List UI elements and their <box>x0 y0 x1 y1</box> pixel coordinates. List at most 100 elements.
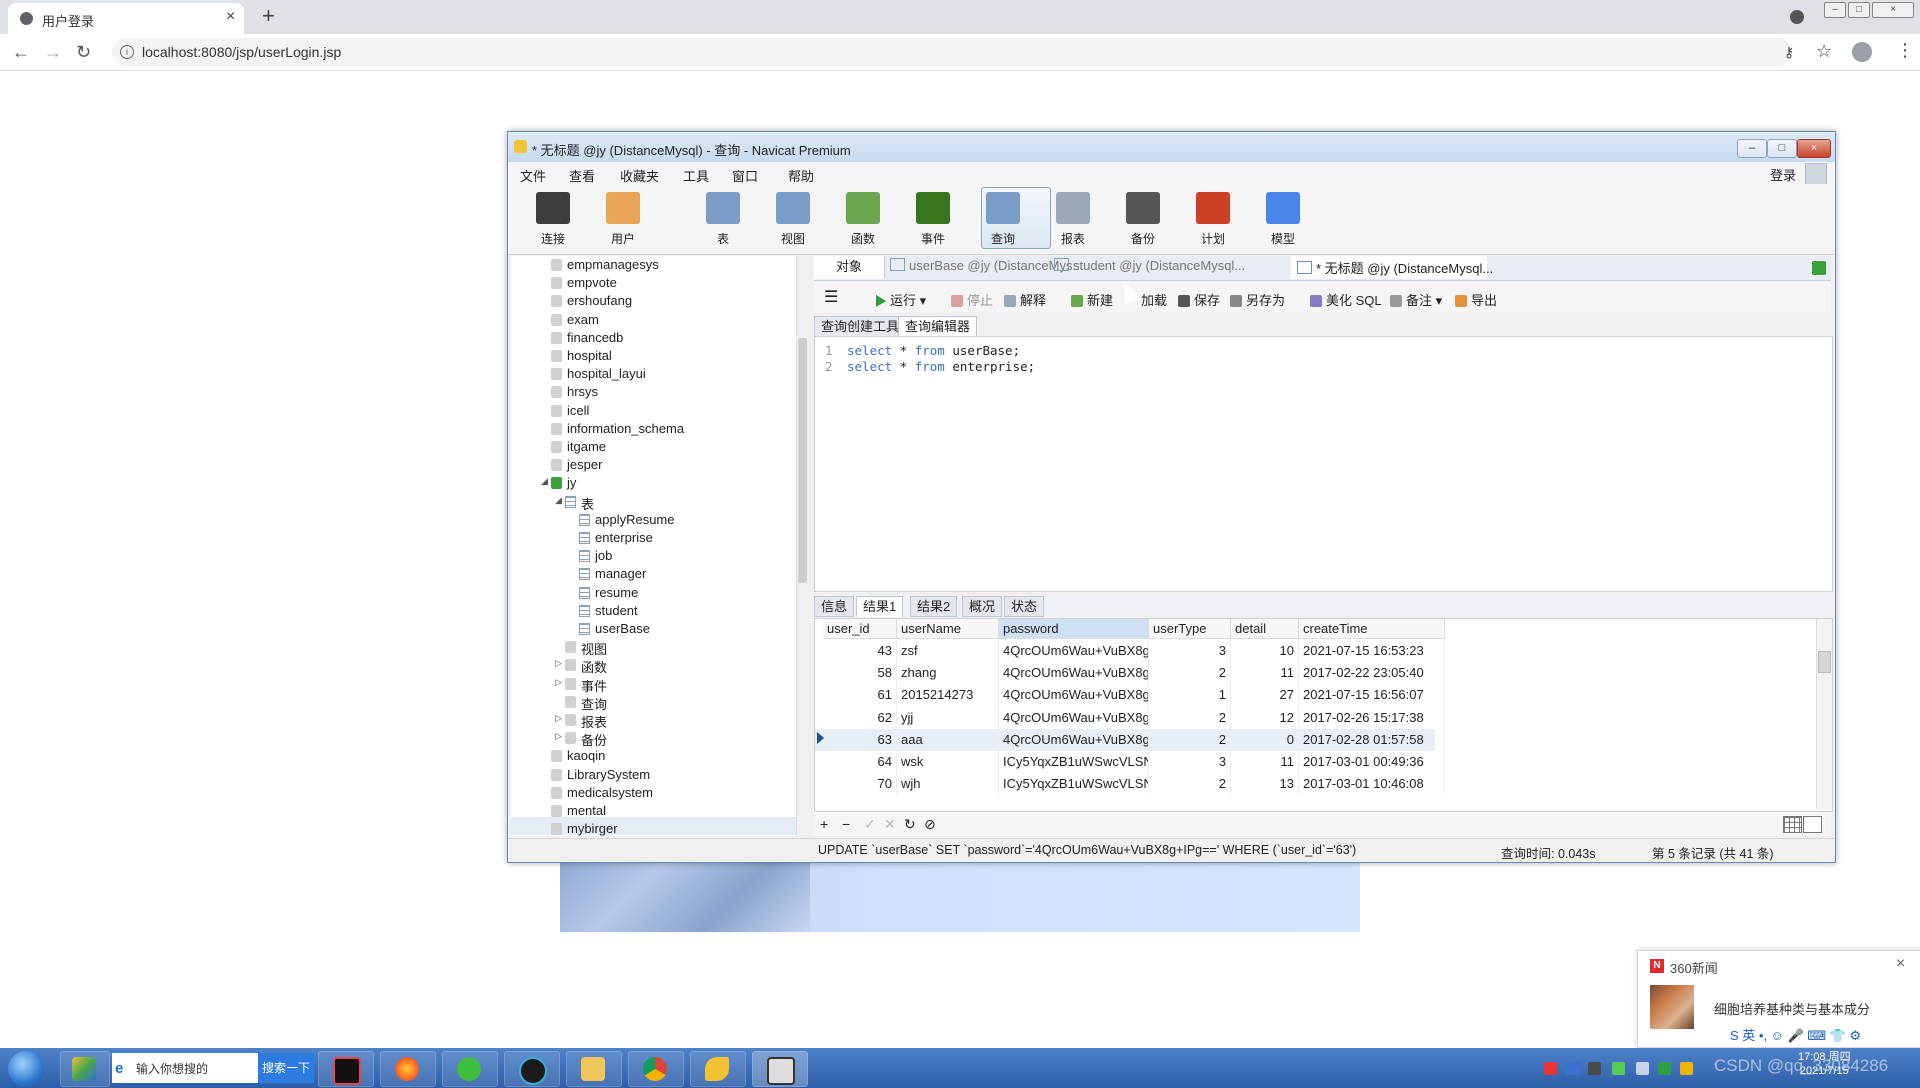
cell-password[interactable]: 4QrcOUm6Wau+VuBX8g <box>999 728 1149 751</box>
cell-detail[interactable]: 11 <box>1231 751 1299 773</box>
tab-status[interactable]: 状态 <box>1004 596 1045 617</box>
cell-username[interactable]: 2015214273 <box>897 684 999 707</box>
cell-user_id[interactable]: 43 <box>823 640 897 662</box>
tab-result1[interactable]: 结果1 <box>856 596 904 617</box>
connection-tree[interactable]: empmanagesys empvote ershoufang exam finance… <box>511 256 808 836</box>
cell-user_id[interactable]: 63 <box>823 728 897 751</box>
tree-group-item[interactable]: ▷ 报表 <box>511 711 807 730</box>
tree-db-item[interactable]: hospital <box>511 347 807 365</box>
delete-record-button[interactable]: − <box>842 816 850 832</box>
cell-detail[interactable]: 27 <box>1231 684 1299 707</box>
new-tab-button[interactable]: + <box>262 3 275 29</box>
ime-toolbar[interactable]: S 英 •, ☺ 🎤 ⌨ 👕 ⚙ <box>1730 1025 1861 1044</box>
tree-table-item[interactable]: student <box>511 602 807 620</box>
tree-group-tables[interactable]: ◢ 表 <box>511 493 807 512</box>
new-object-icon[interactable] <box>1812 261 1826 275</box>
cell-createtime[interactable]: 2017-03-01 00:49:36 <box>1299 751 1445 773</box>
cell-detail[interactable]: 12 <box>1231 706 1299 729</box>
key-icon[interactable]: ⚷ <box>1784 44 1794 61</box>
tree-db-item[interactable]: information_schema <box>511 420 807 438</box>
menu-view[interactable]: 查看 <box>569 166 595 185</box>
tree-db-item[interactable]: mental <box>511 802 807 820</box>
cell-usertype[interactable]: 3 <box>1149 640 1231 662</box>
collapse-arrow-icon[interactable]: ◢ <box>541 476 548 487</box>
navicat-maximize-button[interactable]: □ <box>1767 139 1797 158</box>
navicat-close-button[interactable]: × <box>1797 139 1831 158</box>
tab-profile[interactable]: 概况 <box>962 596 1003 617</box>
help-icon[interactable] <box>1566 1062 1579 1075</box>
forward-button[interactable]: → <box>44 42 62 63</box>
cell-username[interactable]: wjh <box>897 773 999 796</box>
grid-scrollbar-thumb[interactable] <box>1818 651 1831 673</box>
column-header-detail[interactable]: detail <box>1231 619 1299 639</box>
tree-db-item[interactable]: jesper <box>511 456 807 474</box>
tree-group-item[interactable]: ▷ 事件 <box>511 675 807 694</box>
refresh-button[interactable]: ↻ <box>904 816 916 833</box>
tab-result2[interactable]: 结果2 <box>910 596 958 617</box>
toolbar-backup-button[interactable]: 备份 <box>1113 188 1173 248</box>
toolbar-report-button[interactable]: 报表 <box>1043 188 1103 248</box>
toolbar-event-button[interactable]: 事件 <box>903 188 963 248</box>
cell-password[interactable]: 4QrcOUm6Wau+VuBX8g <box>999 706 1149 729</box>
maximize-button[interactable]: □ <box>1848 2 1870 18</box>
browser-menu-icon[interactable]: ⋮ <box>1896 40 1914 61</box>
table-row[interactable]: 63 aaa 4QrcOUm6Wau+VuBX8g 2 0 2017-02-28 01:5… <box>815 728 1445 751</box>
cell-detail[interactable]: 13 <box>1231 773 1299 796</box>
expand-arrow-icon[interactable]: ▷ <box>555 731 562 742</box>
tree-db-item[interactable]: icell <box>511 402 807 420</box>
taskbar-app-intellij[interactable] <box>318 1051 374 1087</box>
table-row[interactable]: 64 wsk ICy5YqxZB1uWSwcVLSNl 3 11 2017-03-01 0… <box>815 751 1445 773</box>
comment-button[interactable]: 备注 ▾ <box>1390 290 1442 309</box>
minimize-button[interactable]: – <box>1824 2 1846 18</box>
cell-user_id[interactable]: 61 <box>823 684 897 707</box>
cell-user_id[interactable]: 70 <box>823 773 897 796</box>
table-row[interactable]: 61 2015214273 4QrcOUm6Wau+VuBX8g 1 27 2021-07… <box>815 684 1445 707</box>
tree-table-item[interactable]: manager <box>511 565 807 583</box>
column-header-usertype[interactable]: userType <box>1149 619 1231 639</box>
cell-createtime[interactable]: 2017-02-22 23:05:40 <box>1299 662 1445 685</box>
hamburger-menu-icon[interactable]: ☰ <box>824 287 838 307</box>
login-link[interactable]: 登录 <box>1770 165 1796 184</box>
toolbar-function-button[interactable]: 函数 <box>833 188 893 248</box>
taskbar-app-explorer[interactable] <box>566 1051 622 1087</box>
close-window-button[interactable]: × <box>1872 2 1914 18</box>
beautify-sql-button[interactable]: 美化 SQL <box>1310 290 1382 309</box>
cell-detail[interactable]: 0 <box>1231 728 1299 751</box>
tab-untitled-query[interactable]: * 无标题 @jy (DistanceMysql... <box>1297 258 1493 278</box>
cell-password[interactable]: 4QrcOUm6Wau+VuBX8g <box>999 640 1149 662</box>
cell-username[interactable]: wsk <box>897 751 999 773</box>
cell-user_id[interactable]: 64 <box>823 751 897 773</box>
info-icon[interactable]: i <box>120 45 134 59</box>
news-thumbnail[interactable] <box>1650 985 1694 1029</box>
cell-usertype[interactable]: 2 <box>1149 773 1231 796</box>
close-icon[interactable]: × <box>1896 955 1905 973</box>
tree-group-item[interactable]: ▷ 函数 <box>511 656 807 675</box>
tree-group-item[interactable]: 查询 <box>511 693 807 712</box>
back-button[interactable]: ← <box>12 42 30 63</box>
taskbar-clock[interactable]: 17:08 周四 2021/7/15 <box>1798 1050 1851 1078</box>
tree-group-item[interactable]: 视图 <box>511 638 807 657</box>
add-record-button[interactable]: + <box>820 816 828 832</box>
load-button[interactable]: 加载 <box>1141 290 1167 309</box>
360-tray-icon[interactable] <box>1658 1062 1671 1075</box>
table-row[interactable]: 43 zsf 4QrcOUm6Wau+VuBX8g 3 10 2021-07-15 16:… <box>815 640 1445 662</box>
bookmark-star-icon[interactable]: ☆ <box>1816 41 1832 62</box>
expand-arrow-icon[interactable]: ▷ <box>555 677 562 688</box>
explain-button[interactable]: 解释 <box>1004 290 1046 309</box>
taskbar-search-box[interactable]: e 输入你想搜的 <box>112 1053 258 1083</box>
start-button[interactable] <box>8 1051 44 1087</box>
cell-username[interactable]: yjj <box>897 706 999 729</box>
cell-usertype[interactable]: 2 <box>1149 728 1231 751</box>
column-header-password[interactable]: password <box>999 619 1149 639</box>
result-grid[interactable]: user_id userName password userType detail cre… <box>814 618 1833 812</box>
new-query-button[interactable]: 新建 <box>1071 290 1113 309</box>
tree-db-item[interactable]: LibrarySystem <box>511 766 807 784</box>
save-button[interactable]: 保存 <box>1178 290 1220 309</box>
tab-query-editor[interactable]: 查询编辑器 <box>898 316 978 337</box>
tree-db-item[interactable]: medicalsystem <box>511 784 807 802</box>
toolbar-query-button[interactable]: 查询 <box>973 188 1033 248</box>
cell-user_id[interactable]: 62 <box>823 706 897 729</box>
navicat-title-bar[interactable]: * 无标题 @jy (DistanceMysql) - 查询 - Navicat… <box>508 132 1835 162</box>
cell-usertype[interactable]: 2 <box>1149 662 1231 685</box>
tree-db-item[interactable]: exam <box>511 311 807 329</box>
